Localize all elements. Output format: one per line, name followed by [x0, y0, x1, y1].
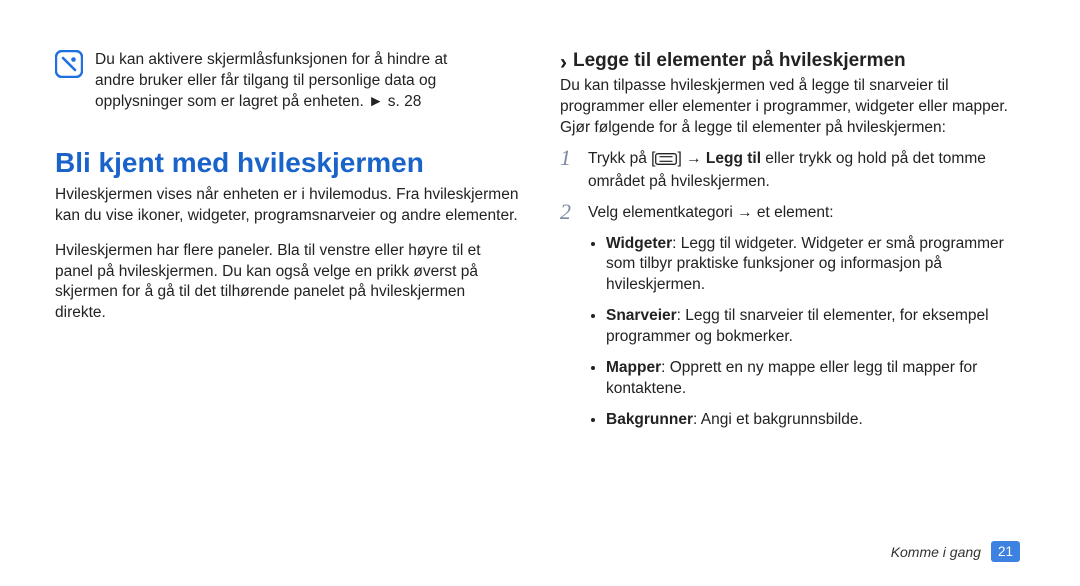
bullet-mapper-text: : Opprett en ny mappe eller legg til map… — [606, 359, 977, 397]
right-column: › Legge til elementer på hvileskjermen D… — [560, 50, 1025, 431]
element-category-list: Widgeter: Legg til widgeter. Widgeter er… — [588, 234, 1025, 431]
bullet-widgeter-label: Widgeter — [606, 235, 672, 252]
note-icon — [55, 50, 83, 78]
note-line2: andre bruker eller får tilgang til perso… — [95, 72, 436, 89]
note-line3-post: s. 28 — [384, 93, 422, 110]
left-column: Du kan aktivere skjermlåsfunksjonen for … — [55, 50, 520, 431]
step2-text: Velg elementkategori → et element: — [588, 204, 834, 221]
subsection-title: Legge til elementer på hvileskjermen — [573, 50, 906, 72]
list-item: Snarveier: Legg til snarveier til elemen… — [606, 306, 1025, 348]
bullet-bakgrunner-label: Bakgrunner — [606, 411, 693, 428]
step1-post1: ] → — [677, 150, 705, 167]
step-1-body: Trykk på [] → Legg til eller trykk og ho… — [588, 149, 1025, 193]
step1-pre: Trykk på [ — [588, 150, 655, 167]
list-item: Bakgrunner: Angi et bakgrunnsbilde. — [606, 410, 1025, 431]
note-line3-pre: opplysninger som er lagret på enheten. — [95, 93, 368, 110]
subsection-heading: › Legge til elementer på hvileskjermen — [560, 50, 1025, 72]
intro-para: Du kan tilpasse hvileskjermen ved å legg… — [560, 76, 1025, 139]
bullet-snarveier-label: Snarveier — [606, 307, 677, 324]
para-1: Hvileskjermen vises når enheten er i hvi… — [55, 185, 520, 227]
section-heading: Bli kjent med hvileskjermen — [55, 147, 520, 179]
step-number-2: 2 — [560, 201, 578, 223]
page-body: Du kan aktivere skjermlåsfunksjonen for … — [0, 0, 1080, 431]
bullet-mapper-label: Mapper — [606, 359, 661, 376]
note-text: Du kan aktivere skjermlåsfunksjonen for … — [95, 50, 447, 113]
list-item: Mapper: Opprett en ny mappe eller legg t… — [606, 358, 1025, 400]
chevron-right-icon: › — [560, 52, 567, 73]
reference-arrow-icon: ► — [368, 93, 383, 110]
step1-bold: Legg til — [706, 150, 761, 167]
step-2: 2 Velg elementkategori → et element: Wid… — [560, 203, 1025, 431]
bullet-bakgrunner-text: : Angi et bakgrunnsbilde. — [693, 411, 863, 428]
page-footer: Komme i gang 21 — [891, 541, 1020, 562]
menu-key-icon — [655, 151, 677, 172]
step-2-body: Velg elementkategori → et element: Widge… — [588, 203, 1025, 431]
tip-note: Du kan aktivere skjermlåsfunksjonen for … — [55, 50, 520, 113]
page-number: 21 — [991, 541, 1020, 562]
footer-section-name: Komme i gang — [891, 544, 981, 560]
list-item: Widgeter: Legg til widgeter. Widgeter er… — [606, 234, 1025, 297]
step-number-1: 1 — [560, 147, 578, 169]
para-2: Hvileskjermen har flere paneler. Bla til… — [55, 241, 520, 325]
step-1: 1 Trykk på [] → Legg til eller trykk og … — [560, 149, 1025, 193]
note-line1: Du kan aktivere skjermlåsfunksjonen for … — [95, 51, 447, 68]
